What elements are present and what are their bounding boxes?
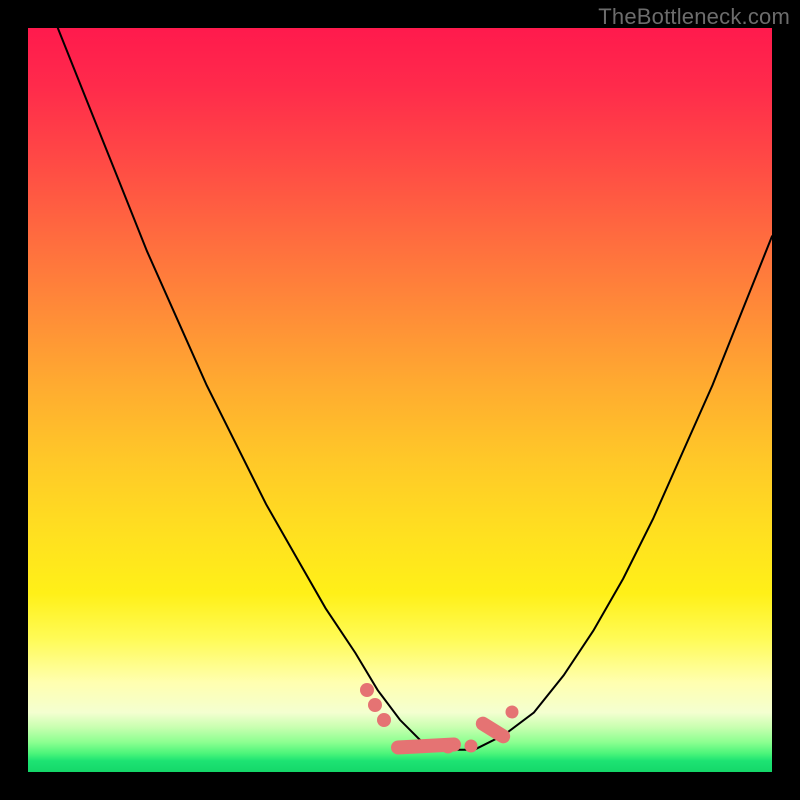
marker-dot <box>360 683 374 697</box>
bottleneck-curve <box>28 28 772 772</box>
curve-path <box>58 28 772 750</box>
plot-area <box>28 28 772 772</box>
marker-dot <box>368 698 382 712</box>
marker-dot <box>442 741 455 754</box>
marker-dot <box>377 713 391 727</box>
marker-dot <box>505 706 518 719</box>
chart-frame: TheBottleneck.com <box>0 0 800 800</box>
marker-dot <box>464 739 477 752</box>
watermark-text: TheBottleneck.com <box>598 4 790 30</box>
